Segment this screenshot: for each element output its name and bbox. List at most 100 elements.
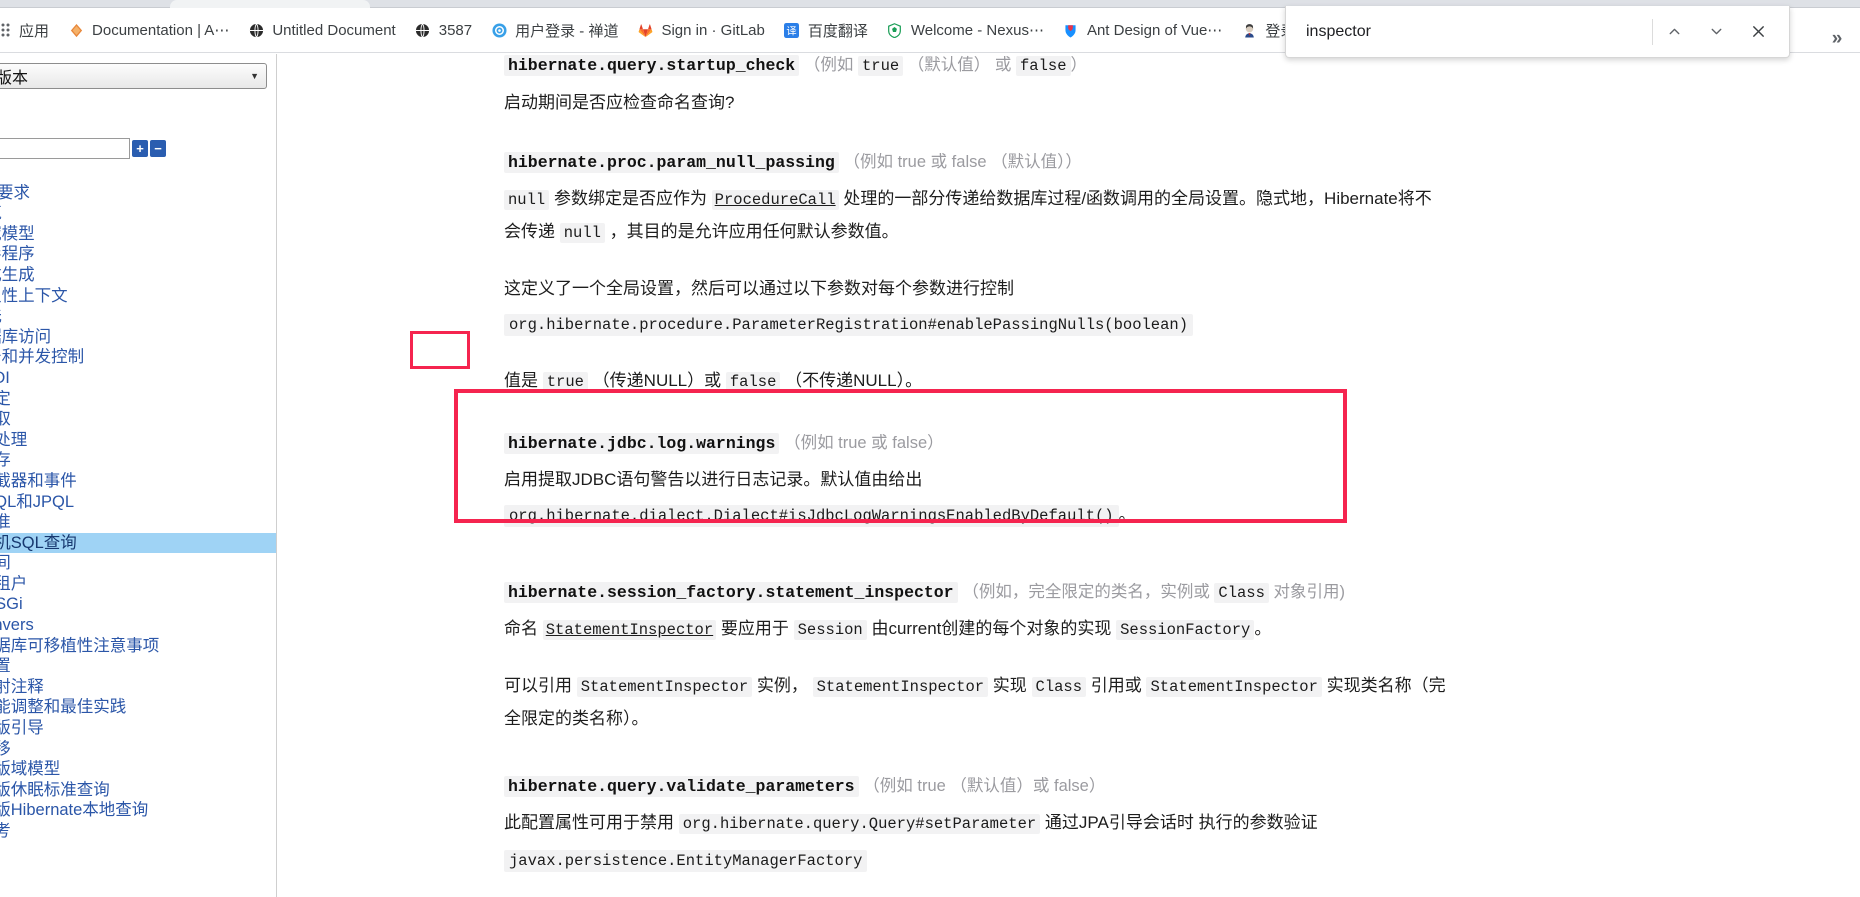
property-hint: （例如 true 或 false （默认值）） <box>843 153 1082 171</box>
sidebar-item-6[interactable]: .持久性上下文 <box>0 286 276 307</box>
sidebar-item-5[interactable]: .模式生成 <box>0 265 276 286</box>
procedure-call-link[interactable]: ProcedureCall <box>711 190 839 210</box>
find-close-button[interactable] <box>1737 11 1779 53</box>
bookmark-label: 用户登录 - 禅道 <box>515 22 619 40</box>
sidebar-item-4[interactable]: .引导程序 <box>0 244 276 265</box>
sidebar-item-18-active[interactable]: 7.本机SQL查询 <box>0 532 276 554</box>
sidebar-item-32[interactable]: 1.参考 <box>0 821 276 842</box>
bookmark-3587[interactable]: 3587 <box>406 15 480 45</box>
code-entitymanagerfactory: javax.persistence.EntityManagerFactory <box>504 850 868 872</box>
find-next-button[interactable] <box>1695 11 1737 53</box>
property-name: hibernate.query.validate_parameters <box>504 776 859 797</box>
chevron-double-right-icon: » <box>1831 27 1843 49</box>
sidebar-item-21[interactable]: 0. OSGi <box>0 594 276 615</box>
code-sessionfactory: SessionFactory <box>1116 620 1255 640</box>
section-body: 启动期间是否应检查命名查询? <box>504 93 735 112</box>
bookmark-label: Ant Design of Vue⋯ <box>1086 22 1223 39</box>
code-session: Session <box>793 620 867 640</box>
tab-ghost[interactable] <box>170 0 370 8</box>
hint-value-true: true <box>857 56 904 76</box>
section-body-2: 这定义了一个全局设置，然后可以通过以下参数对每个参数进行控制 <box>504 279 1014 298</box>
section-body: 命名 StatementInspector 要应用于 Session 由curr… <box>504 619 1272 640</box>
sidebar-item-7[interactable]: .冲洗 <box>0 306 276 327</box>
sidebar-item-15[interactable]: 4.拦截器和事件 <box>0 471 276 492</box>
property-hint: （例如 true 或 false） <box>784 434 944 452</box>
bookmark-nexus-welcome[interactable]: Welcome - Nexus⋯ <box>878 15 1052 45</box>
sidebar-item-31[interactable]: 0.旧版Hibernate本地查询 <box>0 800 276 821</box>
bookmarks-overflow-button[interactable]: » <box>1820 16 1854 52</box>
section-body: 启用提取JDBC语句警告以进行日志记录。默认值由给出 <box>504 470 923 489</box>
zentao-circle-icon <box>490 21 508 39</box>
code-false: false <box>725 372 781 392</box>
bookmark-label: Documentation | A⋯ <box>92 22 230 39</box>
sidebar-item-3[interactable]: .领域模型 <box>0 224 276 245</box>
sidebar-item-22[interactable]: 1. Envers <box>0 615 276 636</box>
sidebar-item-19[interactable]: 8.空间 <box>0 553 276 574</box>
close-icon <box>1750 23 1767 40</box>
bookmark-ant-design-vue[interactable]: Ant Design of Vue⋯ <box>1054 15 1230 45</box>
sidebar-item-26[interactable]: 5.性能调整和最佳实践 <box>0 697 276 718</box>
property-name: hibernate.session_factory.statement_insp… <box>504 582 958 603</box>
chevron-up-icon <box>1666 23 1683 40</box>
caret-down-icon: ▼ <box>250 71 259 81</box>
globe-dark-icon <box>414 21 432 39</box>
sidebar-item-30[interactable]: 9.旧版休眠标准查询 <box>0 780 276 801</box>
sidebar-item-20[interactable]: 9.多租户 <box>0 574 276 595</box>
toc-search-input[interactable] <box>0 138 130 159</box>
code-statementinspector-2: StatementInspector <box>812 677 989 697</box>
language-version-select[interactable]: 译版本 ▼ <box>0 63 267 89</box>
apps-grid-icon <box>0 21 12 39</box>
sidebar-item-29[interactable]: 8.旧版域模型 <box>0 759 276 780</box>
find-input[interactable] <box>1304 21 1652 42</box>
code-class-2: Class <box>1031 677 1087 697</box>
bookmark-label: Welcome - Nexus⋯ <box>910 22 1044 39</box>
bookmark-untitled-document[interactable]: Untitled Document <box>239 15 403 45</box>
bookmark-zentao-login[interactable]: 用户登录 - 禅道 <box>482 15 626 45</box>
sidebar: 译版本 ▼ 录 + − 前言 系统要求 .建筑 .领域模型 .引导程序 .模式生… <box>0 54 277 897</box>
section-code-line: org.hibernate.procedure.ParameterRegistr… <box>504 308 1438 341</box>
section-jdbc-log-warnings: hibernate.jdbc.log.warnings （例如 true 或 f… <box>278 398 1438 532</box>
code-statementinspector-1: StatementInspector <box>576 677 753 697</box>
code-null: null <box>504 190 550 210</box>
property-hint: （例如，完全限定的类名，实例或 Class 对象引用) <box>962 583 1346 603</box>
sidebar-item-8[interactable]: .数据库访问 <box>0 327 276 348</box>
sidebar-item-28[interactable]: 7.迁移 <box>0 739 276 760</box>
sidebar-item-16[interactable]: 5. HQL和JPQL <box>0 492 276 513</box>
bookmark-documentation[interactable]: Documentation | A⋯ <box>59 15 237 45</box>
ant-design-icon <box>1062 21 1080 39</box>
statement-inspector-link[interactable]: StatementInspector <box>542 620 717 640</box>
property-hint: （例如 true （默认值） 或 false） <box>803 56 1087 76</box>
sidebar-item-10[interactable]: . JNDI <box>0 368 276 389</box>
section-validate-parameters: hibernate.query.validate_parameters （例如 … <box>278 734 1458 877</box>
sidebar-item-24[interactable]: 3.配置 <box>0 656 276 677</box>
bookmark-baidu-translate[interactable]: 译 百度翻译 <box>775 15 876 45</box>
sidebar-item-25[interactable]: 4.映射注释 <box>0 677 276 698</box>
property-hint: （例如 true （默认值）或 false） <box>863 777 1106 795</box>
sidebar-item-11[interactable]: 0.锁定 <box>0 389 276 410</box>
find-previous-button[interactable] <box>1653 11 1695 53</box>
sidebar-item-1[interactable]: 系统要求 <box>0 183 276 204</box>
sidebar-item-14[interactable]: 3.缓存 <box>0 450 276 471</box>
main-content: hibernate.query.startup_check （例如 true （… <box>278 54 1860 897</box>
sidebar-item-9[interactable]: .事务和并发控制 <box>0 347 276 368</box>
sidebar-item-12[interactable]: 1.提取 <box>0 409 276 430</box>
bookmark-apps[interactable]: 应用 <box>0 15 57 45</box>
annotation-box-small <box>410 331 470 369</box>
toc-collapse-all-button[interactable]: − <box>150 140 166 157</box>
bookmark-gitlab-signin[interactable]: Sign in · GitLab <box>628 15 772 45</box>
sidebar-item-23[interactable]: 2.数据库可移植性注意事项 <box>0 636 276 657</box>
sidebar-item-17[interactable]: 6.标准 <box>0 512 276 533</box>
web-page: 译版本 ▼ 录 + − 前言 系统要求 .建筑 .领域模型 .引导程序 .模式生… <box>0 54 1860 897</box>
sidebar-item-27[interactable]: 6.旧版引导 <box>0 718 276 739</box>
sidebar-item-2[interactable]: .建筑 <box>0 203 276 224</box>
code-null-2: null <box>559 223 605 243</box>
hint-value-false: false <box>1015 56 1071 76</box>
sidebar-item-0[interactable]: 前言 <box>0 162 276 183</box>
bookmark-label: Sign in · GitLab <box>661 21 765 39</box>
sidebar-item-13[interactable]: 2.批处理 <box>0 430 276 451</box>
diamond-orange-icon <box>67 21 85 39</box>
section-startup-check: hibernate.query.startup_check （例如 true （… <box>278 54 1860 118</box>
toc-expand-all-button[interactable]: + <box>132 140 148 157</box>
toc-list: 前言 系统要求 .建筑 .领域模型 .引导程序 .模式生成 .持久性上下文 .冲… <box>0 162 276 842</box>
section-body: 此配置属性可用于禁用 org.hibernate.query.Query#set… <box>504 813 1318 834</box>
